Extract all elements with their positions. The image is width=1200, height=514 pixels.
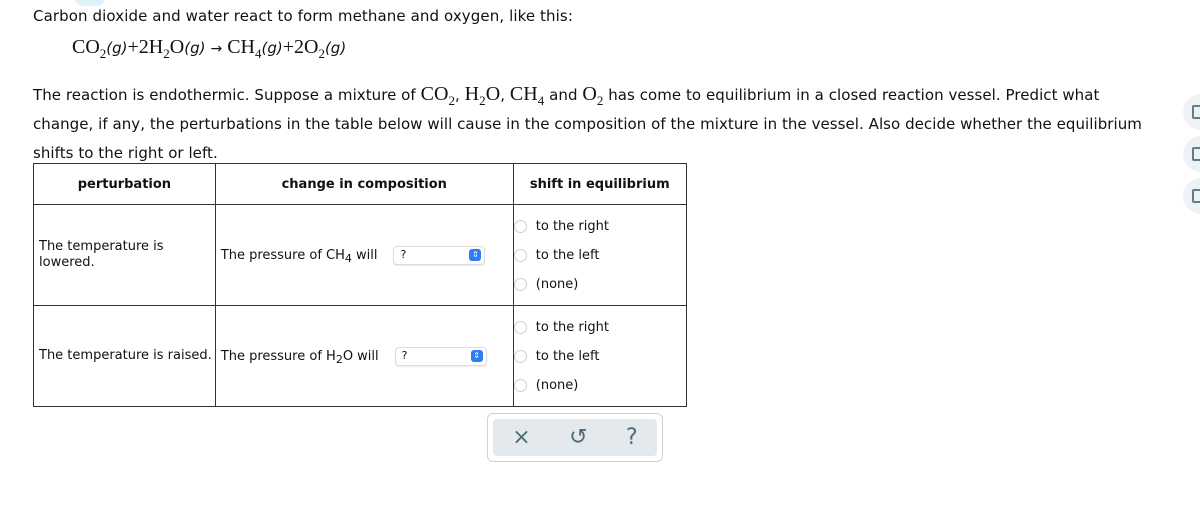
radio-label: to the right [535, 319, 609, 335]
intro-text: Carbon dioxide and water react to form m… [33, 7, 573, 25]
header-shift-in-equilibrium: shift in equilibrium [512, 163, 687, 205]
composition-label: The pressure of H2O will [220, 348, 379, 366]
species-text: H [464, 83, 480, 105]
composition-text: O will [342, 348, 379, 364]
eq-o2: +2O [282, 36, 319, 58]
species-text: O [582, 83, 597, 105]
top-tab-pill [74, 0, 106, 6]
species-h2o: H2O [464, 83, 501, 107]
shift-cell: to the right to the left (none) [512, 305, 687, 407]
perturbation-table: perturbation change in composition shift… [33, 163, 687, 407]
composition-sub: 2 [335, 352, 343, 366]
radio-label: (none) [535, 377, 579, 393]
composition-cell: The pressure of CH4 will ? ⇕ [214, 204, 514, 306]
composition-label: The pressure of CH4 will [220, 247, 378, 265]
answer-toolbar: × ↺ ? [487, 413, 663, 462]
radio-button[interactable] [513, 277, 527, 291]
species-text: CH [509, 83, 538, 105]
radio-label: to the right [535, 218, 609, 234]
eq-state: (g) [261, 39, 283, 57]
eq-state: (g) [184, 39, 206, 57]
calculator-button[interactable] [1183, 94, 1200, 130]
radio-label: to the left [535, 247, 600, 263]
species-text: CO [420, 83, 449, 105]
data-button[interactable] [1183, 136, 1200, 172]
table-row: The temperature is raised. The pressure … [33, 305, 687, 407]
header-perturbation: perturbation [33, 163, 216, 205]
chemical-equation: CO2(g)+2H2O(g) → CH4(g)+2O2(g) [72, 36, 347, 60]
radio-option-none[interactable]: (none) [513, 270, 686, 299]
help-icon[interactable]: ? [626, 425, 638, 450]
reaction-arrow-icon: → [210, 41, 223, 57]
eq-o: O [169, 36, 185, 58]
species-o2: O2 [582, 83, 603, 107]
para-text: The reaction is endothermic. Suppose a m… [33, 86, 421, 104]
species-ch4: CH4 [509, 83, 544, 107]
radio-button[interactable] [513, 219, 527, 233]
select-value: ? [401, 348, 408, 362]
undo-icon[interactable]: ↺ [569, 425, 587, 450]
data-icon [1192, 147, 1200, 161]
periodic-table-button[interactable] [1183, 178, 1200, 214]
radio-option-none[interactable]: (none) [513, 371, 686, 400]
para-sep: , [500, 86, 510, 104]
para-sep: and [544, 86, 583, 104]
radio-button[interactable] [513, 378, 527, 392]
para-sep: , [455, 86, 465, 104]
composition-text: will [351, 247, 378, 263]
composition-text: The pressure of CH [220, 247, 345, 263]
radio-button[interactable] [513, 248, 527, 262]
eq-state: (g) [106, 39, 128, 57]
species-text: O [485, 83, 501, 105]
eq-co: CO [72, 36, 100, 58]
table-row: The temperature is lowered. The pressure… [33, 204, 687, 306]
perturbation-cell: The temperature is raised. [33, 305, 216, 407]
radio-option-right[interactable]: to the right [513, 212, 686, 241]
radio-label: to the left [535, 348, 600, 364]
radio-button[interactable] [513, 349, 527, 363]
composition-select[interactable]: ? ⇕ [393, 245, 486, 265]
eq-h: +2H [127, 36, 164, 58]
composition-text: The pressure of H [220, 348, 336, 364]
radio-option-left[interactable]: to the left [513, 342, 686, 371]
radio-label: (none) [535, 276, 579, 292]
eq-ch: CH [227, 36, 255, 58]
perturbation-cell: The temperature is lowered. [33, 204, 216, 306]
species-co2: CO2 [420, 83, 455, 107]
composition-sub: 4 [344, 251, 352, 265]
table-header-row: perturbation change in composition shift… [33, 163, 687, 205]
radio-option-right[interactable]: to the right [513, 313, 686, 342]
composition-select[interactable]: ? ⇕ [394, 346, 487, 366]
header-change-in-composition: change in composition [214, 163, 514, 205]
select-chevron-icon: ⇕ [469, 248, 482, 261]
shift-cell: to the right to the left (none) [512, 204, 687, 306]
composition-cell: The pressure of H2O will ? ⇕ [214, 305, 514, 407]
toolbar-inner: × ↺ ? [493, 419, 657, 456]
periodic-table-icon [1192, 189, 1200, 203]
radio-button[interactable] [513, 320, 527, 334]
calculator-icon [1192, 105, 1200, 119]
question-paragraph: The reaction is endothermic. Suppose a m… [33, 80, 1153, 168]
radio-option-left[interactable]: to the left [513, 241, 686, 270]
close-icon[interactable]: × [512, 425, 530, 450]
eq-state: (g) [324, 39, 347, 57]
select-value: ? [400, 247, 407, 261]
select-chevron-icon: ⇕ [470, 349, 483, 362]
